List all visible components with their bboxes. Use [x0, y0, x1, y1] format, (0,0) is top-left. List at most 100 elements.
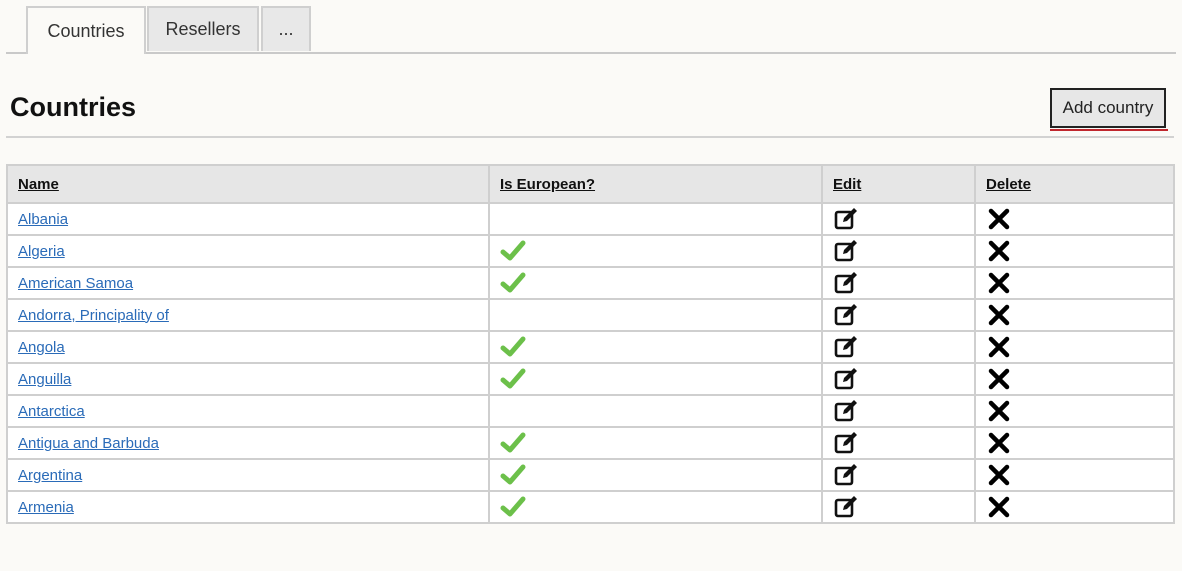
is-european-cell: [488, 394, 823, 428]
country-name-cell: American Samoa: [6, 266, 490, 300]
edit-icon[interactable]: [833, 464, 859, 486]
table-row: Antigua and Barbuda: [6, 426, 1175, 460]
delete-x-icon[interactable]: [986, 304, 1012, 326]
country-name-cell: Antarctica: [6, 394, 490, 428]
country-link[interactable]: Armenia: [18, 499, 74, 516]
tab-countries[interactable]: Countries: [26, 6, 146, 54]
table-header-row: Name Is European? Edit Delete: [6, 164, 1175, 204]
countries-table: Name Is European? Edit Delete Albania Alg…: [6, 164, 1175, 524]
edit-icon[interactable]: [833, 272, 859, 294]
is-european-cell: [488, 234, 823, 268]
edit-cell: [821, 234, 976, 268]
country-name-cell: Albania: [6, 202, 490, 236]
country-link[interactable]: Algeria: [18, 243, 65, 260]
table-row: Albania: [6, 202, 1175, 236]
delete-x-icon[interactable]: [986, 272, 1012, 294]
delete-x-icon[interactable]: [986, 464, 1012, 486]
is-european-cell: [488, 426, 823, 460]
country-name-cell: Anguilla: [6, 362, 490, 396]
table-row: Andorra, Principality of: [6, 298, 1175, 332]
column-header-is-european[interactable]: Is European?: [488, 164, 823, 204]
table-row: Armenia: [6, 490, 1175, 524]
column-header-edit[interactable]: Edit: [821, 164, 976, 204]
edit-cell: [821, 458, 976, 492]
is-european-cell: [488, 490, 823, 524]
delete-cell: [974, 394, 1175, 428]
country-link[interactable]: Antarctica: [18, 403, 85, 420]
edit-cell: [821, 490, 976, 524]
checkmark-icon: [500, 336, 526, 357]
edit-cell: [821, 330, 976, 364]
table-body: Albania Algeria American Samoa Andorra, Pri…: [6, 202, 1175, 524]
edit-icon[interactable]: [833, 208, 859, 230]
checkmark-icon: [500, 240, 526, 261]
add-country-button[interactable]: Add country: [1050, 88, 1168, 131]
country-link[interactable]: Argentina: [18, 467, 82, 484]
edit-icon[interactable]: [833, 336, 859, 358]
delete-x-icon[interactable]: [986, 400, 1012, 422]
delete-cell: [974, 458, 1175, 492]
is-european-cell: [488, 266, 823, 300]
column-header-name[interactable]: Name: [6, 164, 490, 204]
column-header-delete[interactable]: Delete: [974, 164, 1175, 204]
table-row: Angola: [6, 330, 1175, 364]
is-european-cell: [488, 330, 823, 364]
delete-x-icon[interactable]: [986, 208, 1012, 230]
country-name-cell: Andorra, Principality of: [6, 298, 490, 332]
delete-cell: [974, 234, 1175, 268]
edit-cell: [821, 202, 976, 236]
tab-more[interactable]: ...: [261, 6, 311, 51]
edit-icon[interactable]: [833, 432, 859, 454]
country-link[interactable]: Andorra, Principality of: [18, 307, 169, 324]
country-link[interactable]: Anguilla: [18, 371, 71, 388]
delete-x-icon[interactable]: [986, 240, 1012, 262]
edit-cell: [821, 426, 976, 460]
checkmark-icon: [500, 272, 526, 293]
edit-icon[interactable]: [833, 240, 859, 262]
edit-icon[interactable]: [833, 496, 859, 518]
edit-icon[interactable]: [833, 368, 859, 390]
delete-x-icon[interactable]: [986, 432, 1012, 454]
delete-cell: [974, 266, 1175, 300]
country-name-cell: Algeria: [6, 234, 490, 268]
table-row: Argentina: [6, 458, 1175, 492]
checkmark-icon: [500, 368, 526, 389]
tab-resellers[interactable]: Resellers: [147, 6, 259, 51]
delete-cell: [974, 362, 1175, 396]
delete-cell: [974, 490, 1175, 524]
country-link[interactable]: Angola: [18, 339, 65, 356]
is-european-cell: [488, 458, 823, 492]
checkmark-icon: [500, 464, 526, 485]
delete-cell: [974, 330, 1175, 364]
page-title: Countries: [10, 92, 137, 122]
tab-bar: Countries Resellers ...: [6, 6, 1176, 54]
edit-icon[interactable]: [833, 304, 859, 326]
edit-icon[interactable]: [833, 400, 859, 422]
edit-cell: [821, 266, 976, 300]
country-link[interactable]: American Samoa: [18, 275, 133, 292]
checkmark-icon: [500, 496, 526, 517]
table-row: American Samoa: [6, 266, 1175, 300]
table-row: Algeria: [6, 234, 1175, 268]
is-european-cell: [488, 362, 823, 396]
table-row: Anguilla: [6, 362, 1175, 396]
table-row: Antarctica: [6, 394, 1175, 428]
delete-cell: [974, 298, 1175, 332]
delete-x-icon[interactable]: [986, 496, 1012, 518]
edit-cell: [821, 394, 976, 428]
checkmark-icon: [500, 432, 526, 453]
page-header: Countries Add country: [6, 84, 1174, 138]
country-link[interactable]: Antigua and Barbuda: [18, 435, 159, 452]
country-name-cell: Argentina: [6, 458, 490, 492]
delete-cell: [974, 202, 1175, 236]
country-link[interactable]: Albania: [18, 211, 68, 228]
edit-cell: [821, 298, 976, 332]
delete-cell: [974, 426, 1175, 460]
edit-cell: [821, 362, 976, 396]
country-name-cell: Angola: [6, 330, 490, 364]
delete-x-icon[interactable]: [986, 336, 1012, 358]
country-name-cell: Antigua and Barbuda: [6, 426, 490, 460]
is-european-cell: [488, 202, 823, 236]
delete-x-icon[interactable]: [986, 368, 1012, 390]
is-european-cell: [488, 298, 823, 332]
